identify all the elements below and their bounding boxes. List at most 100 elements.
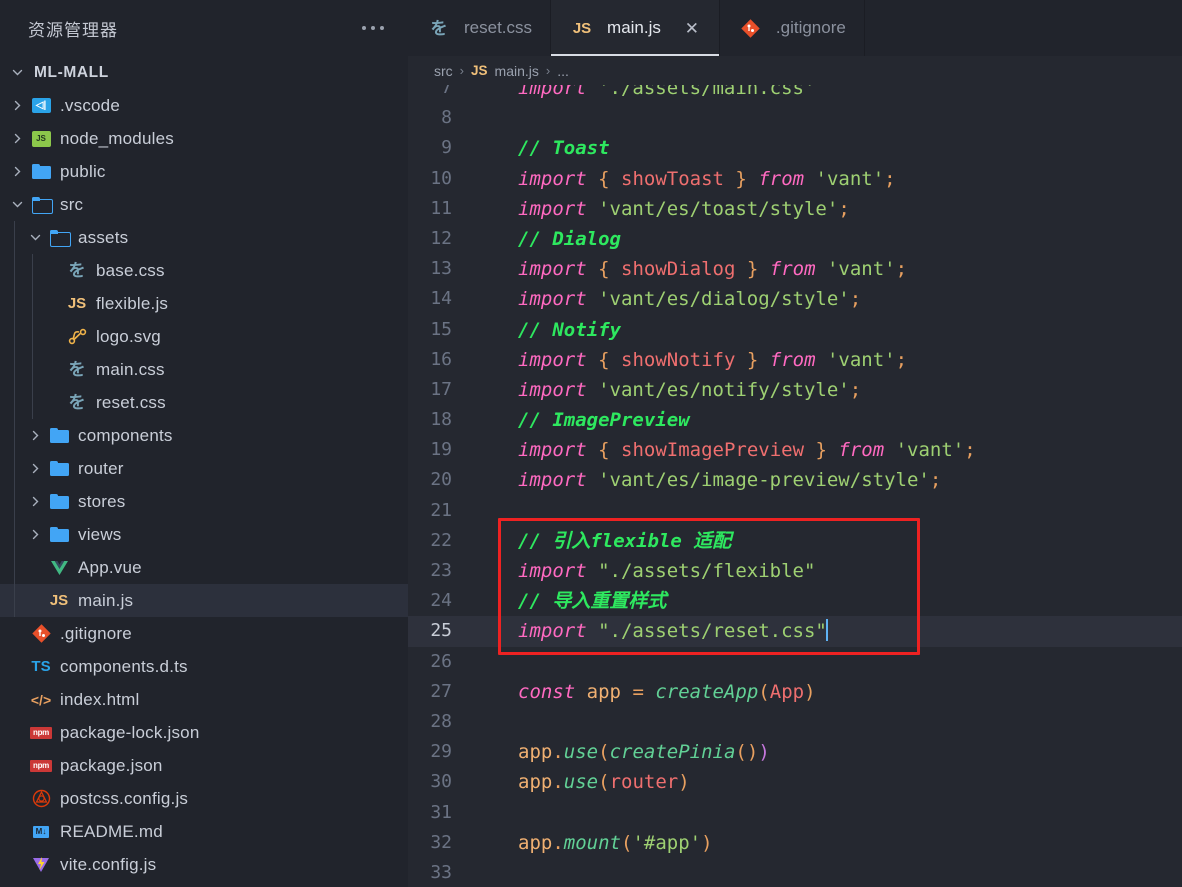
line-text[interactable]: // ImagePreview [470,405,690,435]
code-line-29[interactable]: 29 app.use(createPinia()) [408,737,1182,767]
line-text[interactable]: import { showImagePreview } from 'vant'; [470,435,976,465]
line-text[interactable]: import { showDialog } from 'vant'; [470,254,907,284]
code-line-7[interactable]: 7 import './assets/main.css' [408,85,1182,103]
tree-item-flexible-js[interactable]: JS flexible.js [0,287,408,320]
code-line-19[interactable]: 19 import { showImagePreview } from 'vant… [408,435,1182,465]
chevron-right-icon[interactable] [6,132,28,145]
line-text[interactable]: import 'vant/es/dialog/style'; [470,284,861,314]
chevron-right-icon[interactable] [24,495,46,508]
line-text[interactable]: import "./assets/reset.css" [470,616,828,646]
tab-gitignore[interactable]: .gitignore [719,0,865,56]
code-line-12[interactable]: 12 // Dialog [408,224,1182,254]
tree-item-postcss-config-js[interactable]: postcss.config.js [0,782,408,815]
js-file-icon: JS [471,63,488,78]
code-line-16[interactable]: 16 import { showNotify } from 'vant'; [408,345,1182,375]
tree-item-package-lock-json[interactable]: npm package-lock.json [0,716,408,749]
tree-item-index-html[interactable]: </> index.html [0,683,408,716]
code-line-14[interactable]: 14 import 'vant/es/dialog/style'; [408,284,1182,314]
tree-item-vscode[interactable]: ◁| .vscode [0,89,408,122]
tree-item-main-css[interactable]: を main.css [0,353,408,386]
ellipsis-icon[interactable] [358,20,388,36]
code-line-26[interactable]: 26 [408,647,1182,677]
tree-item-main-js[interactable]: JS main.js [0,584,408,617]
line-text[interactable]: import { showNotify } from 'vant'; [470,345,907,375]
code-line-24[interactable]: 24 // 导入重置样式 [408,586,1182,616]
tree-item-components[interactable]: components [0,419,408,452]
code-line-32[interactable]: 32 app.mount('#app') [408,828,1182,858]
tree-item-gitignore[interactable]: .gitignore [0,617,408,650]
line-text[interactable]: // 导入重置样式 [470,586,666,616]
chevron-right-icon[interactable] [6,99,28,112]
tree-item-views[interactable]: views [0,518,408,551]
line-text[interactable]: // 引入flexible 适配 [470,526,731,556]
tree-item-src[interactable]: src [0,188,408,221]
code-line-27[interactable]: 27 const app = createApp(App) [408,677,1182,707]
chevron-right-icon[interactable] [24,429,46,442]
breadcrumb-item-symbol[interactable]: ... [557,63,569,79]
tree-item-assets[interactable]: assets [0,221,408,254]
line-text[interactable]: import './assets/main.css' [470,85,815,103]
chevron-right-icon[interactable] [6,165,28,178]
tree-item-reset-css[interactable]: を reset.css [0,386,408,419]
chevron-right-icon[interactable] [24,528,46,541]
file-tree[interactable]: ML-MALL ◁| .vscode JS node_modules public src a… [0,56,408,887]
code-line-13[interactable]: 13 import { showDialog } from 'vant'; [408,254,1182,284]
folder-icon [46,527,72,542]
css-file-icon: を [68,360,86,379]
code-lines[interactable]: 7 import './assets/main.css' 8 9 // Toast 10 i… [408,85,1182,887]
tree-item-components-d-ts[interactable]: TS components.d.ts [0,650,408,683]
line-text[interactable]: app.use(router) [470,767,690,797]
code-line-10[interactable]: 10 import { showToast } from 'vant'; [408,164,1182,194]
line-text[interactable]: import 'vant/es/image-preview/style'; [470,465,941,495]
code-line-33[interactable]: 33 [408,858,1182,887]
tree-item-label: .gitignore [60,623,132,643]
tree-item-logo-svg[interactable]: logo.svg [0,320,408,353]
code-line-15[interactable]: 15 // Notify [408,315,1182,345]
tab-reset-css[interactable]: を reset.css [408,0,552,56]
code-line-9[interactable]: 9 // Toast [408,133,1182,163]
code-line-20[interactable]: 20 import 'vant/es/image-preview/style'; [408,465,1182,495]
tree-root-ML-MALL[interactable]: ML-MALL [0,56,408,89]
chevron-down-icon[interactable] [24,231,46,244]
tree-item-node-modules[interactable]: JS node_modules [0,122,408,155]
line-text[interactable]: import { showToast } from 'vant'; [470,164,896,194]
tree-item-readme-md[interactable]: M↓ README.md [0,815,408,848]
breadcrumb[interactable]: src › JS main.js › ... [408,56,1182,85]
tree-item-label: logo.svg [96,326,161,346]
code-line-25[interactable]: 25 import "./assets/reset.css" [408,616,1182,647]
line-text[interactable]: import 'vant/es/notify/style'; [470,375,861,405]
chevron-down-icon[interactable] [6,198,28,211]
line-text[interactable]: // Notify [470,315,621,345]
breadcrumb-item-file[interactable]: main.js [495,63,539,79]
line-text[interactable]: app.mount('#app') [470,828,713,858]
code-line-30[interactable]: 30 app.use(router) [408,767,1182,797]
line-text[interactable]: // Toast [470,133,610,163]
code-editor[interactable]: 7 import './assets/main.css' 8 9 // Toast 10 i… [408,85,1182,887]
code-line-31[interactable]: 31 [408,798,1182,828]
code-line-23[interactable]: 23 import "./assets/flexible" [408,556,1182,586]
line-text[interactable]: import 'vant/es/toast/style'; [470,194,850,224]
code-line-18[interactable]: 18 // ImagePreview [408,405,1182,435]
chevron-right-icon[interactable] [24,462,46,475]
breadcrumb-item-src[interactable]: src [434,63,453,79]
line-text[interactable]: const app = createApp(App) [470,677,816,707]
code-line-17[interactable]: 17 import 'vant/es/notify/style'; [408,375,1182,405]
tree-item-app-vue[interactable]: App.vue [0,551,408,584]
chevron-down-icon[interactable] [6,66,28,79]
code-line-22[interactable]: 22 // 引入flexible 适配 [408,526,1182,556]
code-line-28[interactable]: 28 [408,707,1182,737]
close-icon[interactable]: ✕ [683,20,701,37]
tree-item-vite-config-js[interactable]: vite.config.js [0,848,408,881]
line-text[interactable]: import "./assets/flexible" [470,556,815,586]
line-text[interactable]: // Dialog [470,224,621,254]
tree-item-public[interactable]: public [0,155,408,188]
tree-item-package-json[interactable]: npm package.json [0,749,408,782]
tab-main-js[interactable]: JS main.js ✕ [551,0,720,56]
code-line-8[interactable]: 8 [408,103,1182,133]
tree-item-stores[interactable]: stores [0,485,408,518]
code-line-21[interactable]: 21 [408,496,1182,526]
code-line-11[interactable]: 11 import 'vant/es/toast/style'; [408,194,1182,224]
line-text[interactable]: app.use(createPinia()) [470,737,770,767]
tree-item-base-css[interactable]: を base.css [0,254,408,287]
tree-item-router[interactable]: router [0,452,408,485]
